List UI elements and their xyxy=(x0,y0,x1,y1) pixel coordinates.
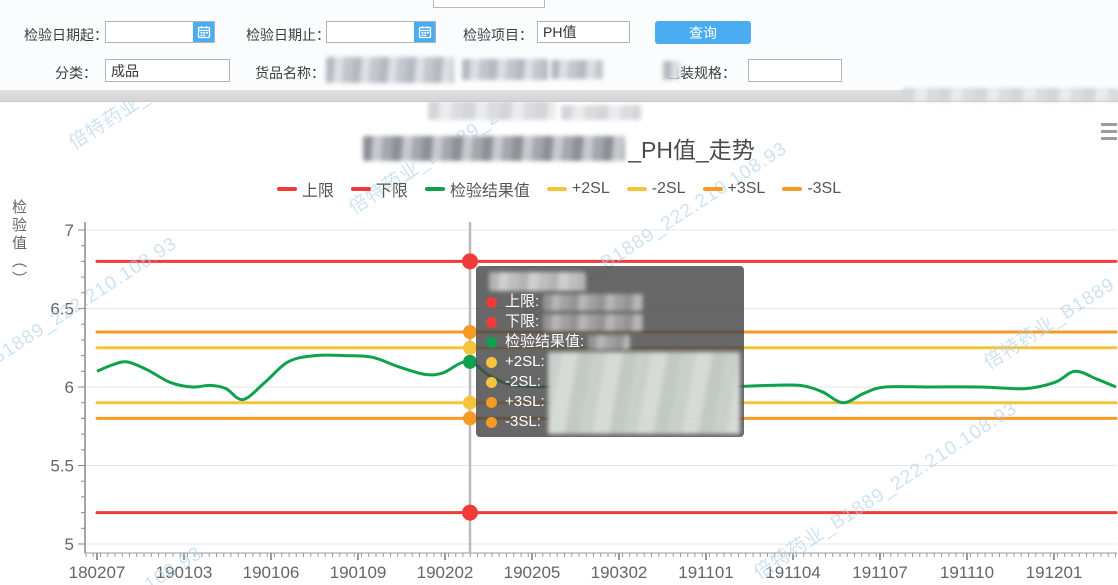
date-from-label: 检验日期起： xyxy=(24,27,108,43)
date-from-field xyxy=(105,21,215,43)
legend-item-lower-limit[interactable]: 下限 xyxy=(350,177,408,201)
highlight-dot-下限 xyxy=(462,504,478,521)
legend-swatch-green xyxy=(424,187,445,191)
orange-dot-icon xyxy=(486,396,497,408)
y-tick-label: 6 xyxy=(65,378,74,397)
redacted-tooltip-header xyxy=(489,272,586,291)
product-name-label: 货品名称： xyxy=(255,65,325,81)
chart-legend: 上限 下限 检验结果值 +2SL -2SL +3SL -3SL xyxy=(0,177,1118,201)
chart-title-text: _PH值_走势 xyxy=(628,137,755,163)
y-axis-name: 检验值（） xyxy=(10,199,27,289)
date-to-label: 检验日期止： xyxy=(246,27,330,43)
date-from-input[interactable] xyxy=(106,22,194,42)
redacted-text xyxy=(903,88,1118,101)
redacted-value xyxy=(543,313,644,331)
legend-swatch-yellow xyxy=(626,187,647,191)
legend-swatch-orange xyxy=(782,187,803,191)
query-button[interactable]: 查询 xyxy=(655,21,751,44)
date-from-calendar-button[interactable] xyxy=(193,22,214,42)
yellow-dot-icon xyxy=(486,356,497,368)
category-input[interactable] xyxy=(105,59,230,82)
legend-swatch-red xyxy=(350,187,371,191)
tooltip-row: 上限: xyxy=(486,292,738,312)
highlight-dot-+3SL xyxy=(463,325,477,340)
legend-item-minus2sl[interactable]: -2SL xyxy=(626,180,686,198)
highlight-dot-+2SL xyxy=(463,340,477,355)
x-tick-label: 191107 xyxy=(852,563,907,582)
y-tick-label: 7 xyxy=(65,221,74,240)
x-tick-label: 180207 xyxy=(69,563,126,582)
x-tick-label: 191201 xyxy=(1026,563,1083,582)
redacted-text xyxy=(428,101,556,120)
date-to-calendar-button[interactable] xyxy=(414,22,435,42)
y-tick-label: 5 xyxy=(65,535,74,554)
chart-tooltip: 上限: 下限: 检验结果值: +2SL: -2SL: +3SL: -3SL: xyxy=(476,266,744,437)
date-to-input[interactable] xyxy=(327,22,415,42)
package-spec-input[interactable] xyxy=(748,59,842,82)
x-tick-label: 191110 xyxy=(940,563,994,582)
legend-item-plus2sl[interactable]: +2SL xyxy=(546,180,610,198)
calendar-icon xyxy=(418,26,431,39)
clipped-popup-fragment xyxy=(433,0,545,8)
x-tick-label: 190109 xyxy=(330,563,387,582)
yellow-dot-icon xyxy=(486,376,497,388)
legend-swatch-red xyxy=(276,187,297,191)
redacted-tooltip-values xyxy=(548,352,740,434)
red-dot-icon xyxy=(486,296,497,308)
legend-item-plus3sl[interactable]: +3SL xyxy=(702,180,765,198)
legend-item-result-value[interactable]: 检验结果值 xyxy=(424,177,530,201)
x-tick-label: 190302 xyxy=(591,563,648,582)
legend-swatch-yellow xyxy=(546,187,567,191)
red-dot-icon xyxy=(486,316,497,328)
hamburger-menu-icon[interactable] xyxy=(1101,123,1118,144)
qc-trend-page: 5 5.5 6 6.5 7 180207 190103 190106 190109 190202 1… xyxy=(0,0,1118,585)
filter-toolbar: 检验日期起： 检验日期止： 检验项目： PH值 查询 分类： 成品 货品名称： … xyxy=(0,0,1118,90)
calendar-icon xyxy=(197,26,210,39)
chart-title: _PH值_走势 xyxy=(0,131,1118,165)
x-tick-label: 190205 xyxy=(504,563,561,582)
tooltip-row: 检验结果值: xyxy=(486,332,738,352)
redacted-text xyxy=(663,61,680,80)
tooltip-row: 下限: xyxy=(486,312,738,332)
x-tick-label: 190106 xyxy=(243,563,300,582)
green-dot-icon xyxy=(486,336,497,348)
redacted-product-name-value xyxy=(326,57,454,83)
legend-item-minus3sl[interactable]: -3SL xyxy=(782,180,841,198)
legend-item-upper-limit[interactable]: 上限 xyxy=(276,177,334,201)
x-tick-label: 190103 xyxy=(156,563,213,582)
x-tick-label: 191101 xyxy=(678,563,733,582)
redacted-text xyxy=(561,105,641,120)
x-tick-label: 190202 xyxy=(417,563,474,582)
test-item-input[interactable] xyxy=(537,21,630,43)
redacted-value xyxy=(543,293,644,311)
x-tick-label: 191104 xyxy=(765,563,820,582)
date-to-field xyxy=(326,21,436,43)
test-item-label: 检验项目： xyxy=(463,27,533,43)
y-tick-label: 6.5 xyxy=(50,300,74,319)
redacted-text xyxy=(551,60,603,79)
highlight-dot-检验结果值 xyxy=(463,354,477,369)
highlight-dot--3SL xyxy=(463,411,477,426)
orange-dot-icon xyxy=(486,416,497,428)
highlight-dot--2SL xyxy=(463,395,477,410)
legend-swatch-orange xyxy=(702,187,723,191)
category-label: 分类： xyxy=(55,65,97,81)
redacted-title-prefix xyxy=(363,135,626,161)
redacted-text xyxy=(462,59,548,80)
y-tick-label: 5.5 xyxy=(50,457,74,476)
redacted-value xyxy=(588,334,631,350)
